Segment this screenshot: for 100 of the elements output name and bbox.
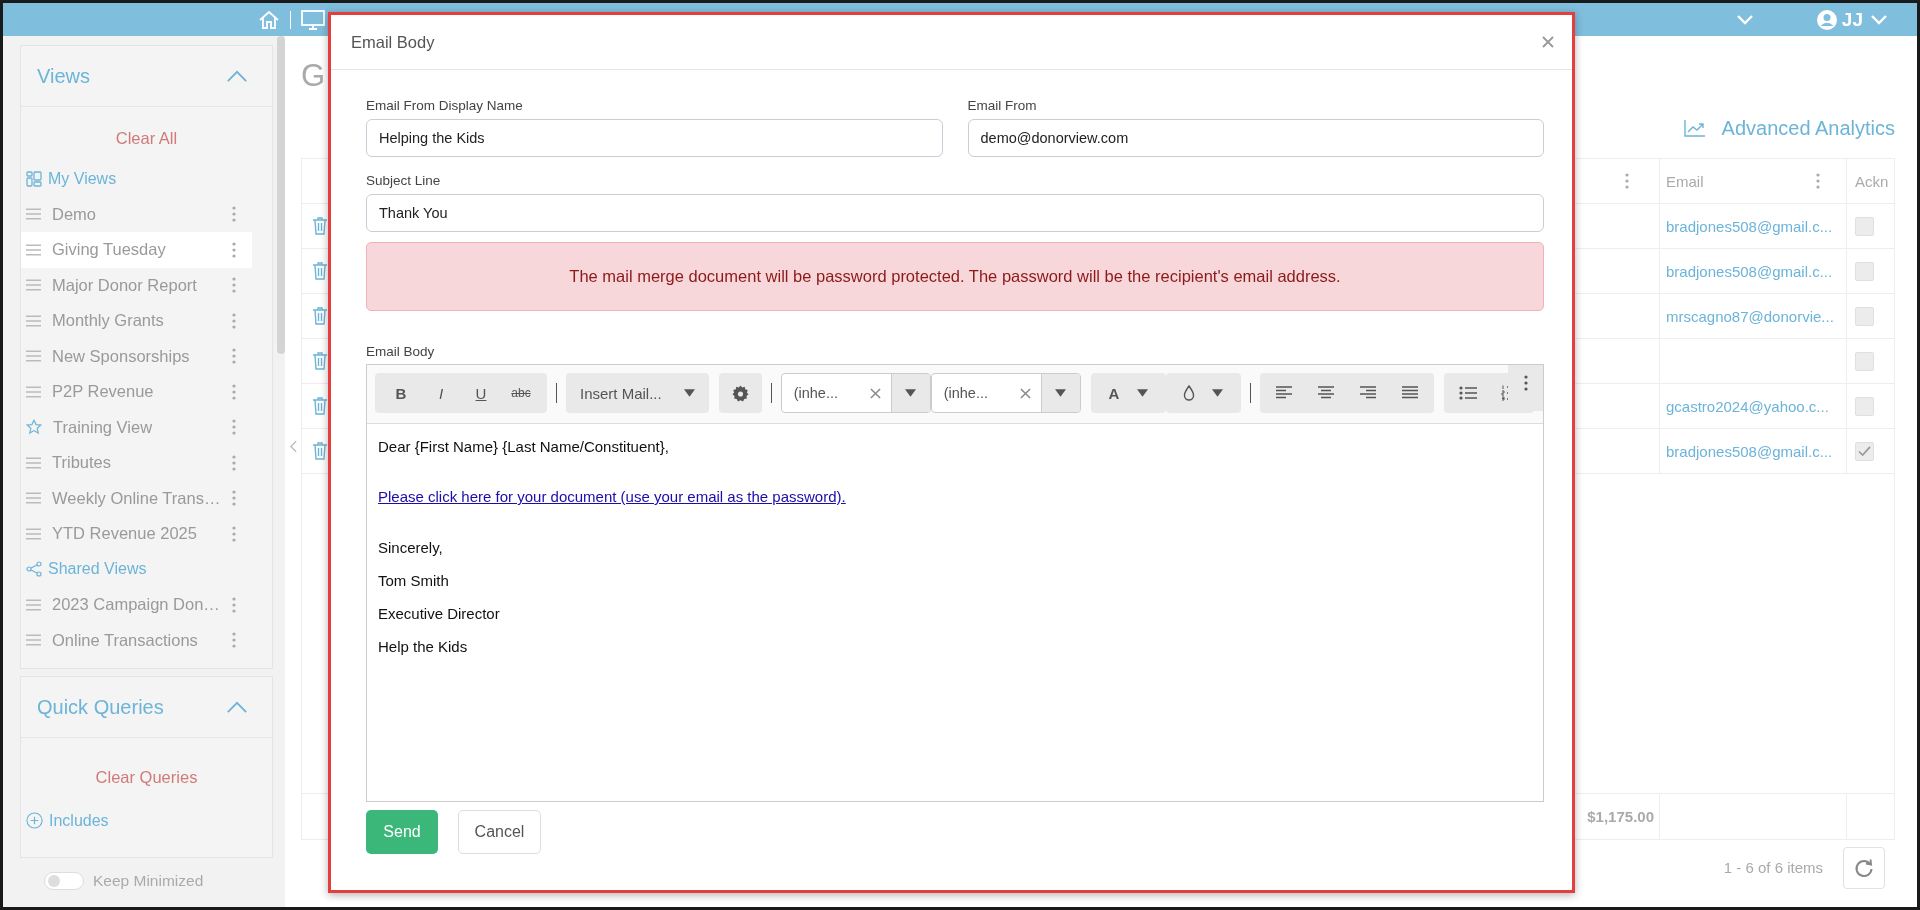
caret-icon [905,389,917,397]
column-header[interactable]: Email [1666,172,1704,190]
user-initials[interactable]: JJ [1841,8,1863,31]
view-item[interactable]: Online Transactions [21,622,252,658]
email-link[interactable]: bradjones508@gmail.c... [1660,442,1833,460]
email-link[interactable]: bradjones508@gmail.c... [1660,217,1833,235]
email-link[interactable]: bradjones508@gmail.c... [1660,262,1833,280]
font-combobox[interactable]: (inhe... [930,373,1081,413]
star-icon [26,419,42,436]
send-button[interactable]: Send [366,810,438,854]
checkbox[interactable] [1855,306,1874,326]
body-text: Executive Director [378,604,501,624]
email-link[interactable]: gcastro2024@yahoo.c... [1660,397,1829,415]
format-button[interactable]: U [461,373,501,413]
view-item[interactable]: Major Donor Report [21,267,252,303]
body-text: Tom Smith [378,571,450,591]
view-item[interactable]: P2P Revenue [21,374,252,410]
view-item[interactable]: New Sponsorships [21,338,252,374]
page-title: G [301,58,327,95]
view-item[interactable]: YTD Revenue 2025 [21,516,252,552]
checkbox[interactable] [1855,351,1874,371]
field-label: Email Body [366,344,436,359]
includes-item[interactable]: Includes [49,811,109,830]
drag-handle-icon[interactable] [26,492,41,505]
add-circle-icon [26,812,43,830]
share-icon [26,561,42,578]
dialog-title: Email Body [351,32,435,52]
user-avatar-icon[interactable] [1816,9,1837,30]
chevron-up-icon[interactable] [226,69,248,83]
trend-chart-icon[interactable] [1683,119,1706,137]
view-item[interactable]: Giving Tuesday [21,232,252,268]
caret-icon [683,389,695,397]
trash-icon[interactable] [312,442,328,460]
quick-queries-heading: Quick Queries [37,695,164,719]
clear-queries-link[interactable]: Clear Queries [21,768,272,787]
view-item[interactable]: Training View [21,409,252,445]
pager-info: 1 - 6 of 6 items [1723,859,1823,876]
input-field[interactable]: Helping the Kids [366,119,943,157]
view-item[interactable]: Demo [21,196,252,232]
checkbox[interactable] [1855,216,1874,236]
column-header[interactable]: Ackn [1855,172,1889,190]
scrollbar-thumb[interactable] [277,36,285,354]
checkbox[interactable] [1855,396,1874,416]
drag-handle-icon[interactable] [26,456,41,469]
shared-views-heading[interactable]: Shared Views [48,560,147,579]
chevron-left-icon[interactable] [289,440,297,453]
keep-minimized-label: Keep Minimized [93,872,204,890]
format-button[interactable]: I [421,373,461,413]
drag-handle-icon[interactable] [26,350,41,363]
drag-handle-icon[interactable] [26,208,41,221]
format-button[interactable]: abc [501,373,541,413]
clear-icon[interactable] [1019,387,1031,399]
clear-all-link[interactable]: Clear All [21,129,272,148]
font-color-button[interactable]: A [1090,373,1166,413]
warning-alert: The mail merge document will be password protected. The password will be the recipient's email address. [366,242,1544,311]
cancel-button[interactable]: Cancel [458,810,541,854]
drag-handle-icon[interactable] [26,598,41,611]
my-views-heading[interactable]: My Views [48,169,117,188]
view-item[interactable]: Tributes [21,445,252,481]
caret-icon [1136,389,1148,397]
input-field[interactable]: Thank You [366,194,1544,232]
trash-icon[interactable] [312,262,328,280]
clear-icon[interactable] [869,387,881,399]
settings-button[interactable] [718,373,762,413]
monitor-icon[interactable] [301,9,325,30]
caret-icon [1055,389,1067,397]
refresh-button[interactable] [1843,846,1885,889]
trash-icon[interactable] [312,397,328,415]
input-field[interactable]: demo@donorview.com [967,119,1544,157]
chevron-down-icon[interactable] [1736,14,1753,25]
more-icon[interactable] [1523,375,1528,391]
insert-merge-field-dropdown[interactable]: Insert Mail... [566,373,709,413]
email-link[interactable]: mrscagno87@donorvie... [1660,307,1834,325]
drag-handle-icon[interactable] [26,279,41,292]
font-combobox[interactable]: (inhe... [780,373,931,413]
close-icon[interactable] [1542,36,1554,48]
chevron-up-icon[interactable] [226,700,248,714]
drag-handle-icon[interactable] [26,314,41,327]
drag-handle-icon[interactable] [26,385,41,398]
trash-icon[interactable] [312,352,328,370]
view-item[interactable]: 2023 Campaign Don… [21,587,252,623]
home-icon[interactable] [258,9,280,30]
chevron-down-icon[interactable] [1871,14,1887,25]
grid-icon [26,170,42,187]
document-link[interactable]: Please click here for your document (use your email as the password). [378,480,1532,513]
advanced-analytics-link[interactable]: Advanced Analytics [1721,116,1895,140]
trash-icon[interactable] [312,307,328,325]
format-button[interactable]: B [381,373,421,413]
toggle-switch[interactable] [44,872,84,890]
drop-icon [1183,385,1195,401]
drag-handle-icon[interactable] [26,527,41,540]
settings-icon [731,384,749,402]
checkbox[interactable] [1855,441,1874,461]
trash-icon[interactable] [312,217,328,235]
drag-handle-icon[interactable] [26,634,41,647]
body-text: Sincerely, [378,538,444,558]
drag-handle-icon[interactable] [26,243,41,256]
view-item[interactable]: Monthly Grants [21,303,252,339]
view-item[interactable]: Weekly Online Trans… [21,480,252,516]
checkbox[interactable] [1855,261,1874,281]
